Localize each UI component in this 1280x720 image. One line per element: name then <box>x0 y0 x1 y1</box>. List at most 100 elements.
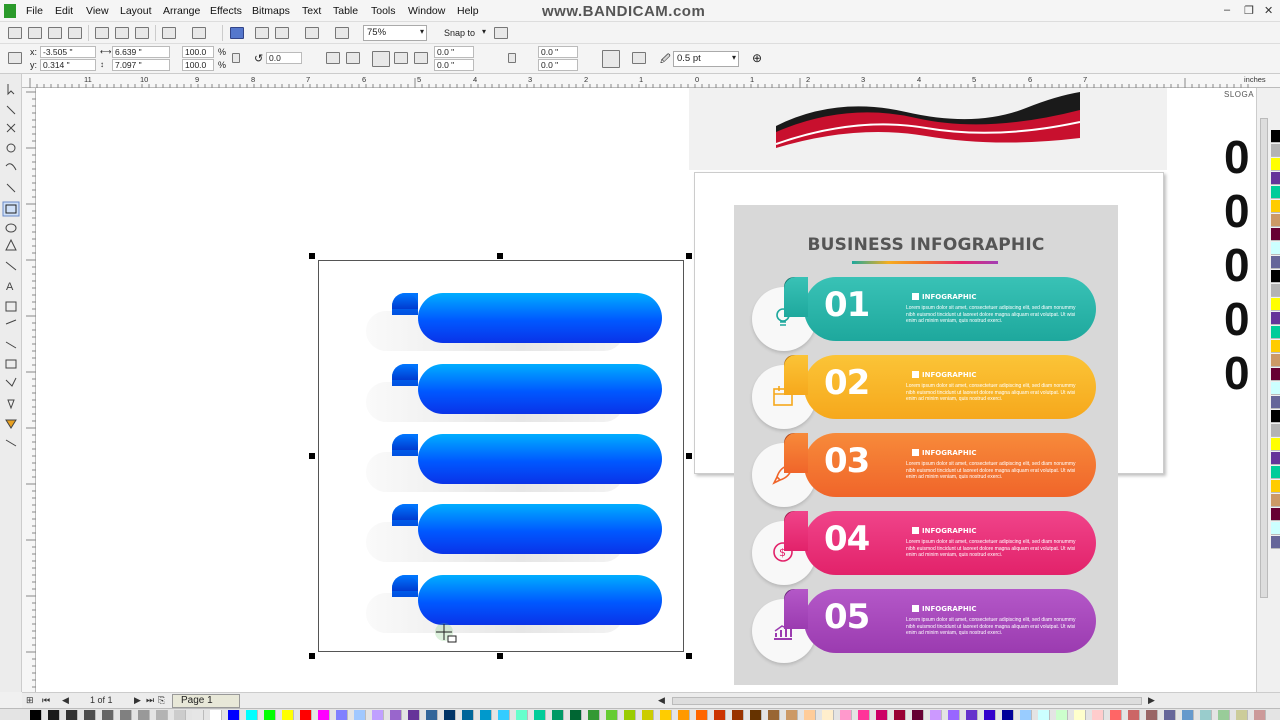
redo-icon[interactable] <box>192 27 206 39</box>
color-swatch[interactable] <box>1146 710 1158 720</box>
chamfered-corner-icon[interactable] <box>414 52 428 64</box>
color-swatch[interactable] <box>786 710 798 720</box>
color-swatch[interactable] <box>174 710 186 720</box>
resize-handle-se[interactable] <box>686 653 692 659</box>
lock-corners-icon[interactable] <box>508 53 516 63</box>
color-swatch[interactable] <box>1271 508 1280 521</box>
next-page-button[interactable]: ▶ <box>134 695 141 706</box>
menu-effects[interactable]: Effects <box>210 5 242 17</box>
import-icon[interactable] <box>230 27 244 39</box>
color-swatch[interactable] <box>192 710 204 720</box>
add-page-icon[interactable]: ⎘ <box>158 695 165 706</box>
menu-edit[interactable]: Edit <box>55 5 73 17</box>
options-icon[interactable] <box>494 27 508 39</box>
color-swatch[interactable] <box>732 710 744 720</box>
mirror-vertical-icon[interactable] <box>346 52 360 64</box>
y-position-field[interactable]: 0.314 " <box>40 59 96 71</box>
color-swatch[interactable] <box>1271 270 1280 283</box>
menu-help[interactable]: Help <box>457 5 479 17</box>
color-swatch[interactable] <box>534 710 546 720</box>
color-swatch[interactable] <box>1128 710 1140 720</box>
scale-height-field[interactable]: 100.0 <box>182 59 214 71</box>
infographic-item-1[interactable]: 01 INFOGRAPHIC Lorem ipsum dolor sit ame… <box>752 277 1098 353</box>
color-swatch[interactable] <box>300 710 312 720</box>
color-swatch[interactable] <box>1271 452 1280 465</box>
color-swatch[interactable] <box>1271 256 1280 269</box>
resize-handle-e[interactable] <box>686 453 692 459</box>
infographic-item-4[interactable]: $ 04 INFOGRAPHIC Lorem ipsum dolor sit a… <box>752 511 1098 587</box>
menu-file[interactable]: File <box>26 5 43 17</box>
color-swatch[interactable] <box>1092 710 1104 720</box>
color-swatch[interactable] <box>462 710 474 720</box>
welcome-screen-icon[interactable] <box>335 27 349 39</box>
color-swatch[interactable] <box>246 710 258 720</box>
menu-table[interactable]: Table <box>333 5 358 17</box>
color-swatch[interactable] <box>390 710 402 720</box>
relative-scaling-icon[interactable] <box>602 50 620 68</box>
outline-width-select[interactable]: 0.5 pt ▾ <box>673 51 739 67</box>
color-swatch[interactable] <box>930 710 942 720</box>
color-swatch[interactable] <box>1271 200 1280 213</box>
zoom-level-select[interactable]: 75% ▾ <box>363 25 427 41</box>
color-swatch[interactable] <box>1271 186 1280 199</box>
color-swatch[interactable] <box>1271 536 1280 549</box>
color-swatch[interactable] <box>642 710 654 720</box>
scroll-right-button[interactable]: ▶ <box>1148 695 1155 706</box>
color-swatch[interactable] <box>1074 710 1086 720</box>
color-swatch[interactable] <box>210 710 222 720</box>
corner-radius-4[interactable]: 0.0 " <box>538 59 578 71</box>
first-page-button[interactable]: ⏮ <box>42 695 50 706</box>
mirror-horizontal-icon[interactable] <box>326 52 340 64</box>
color-swatch[interactable] <box>1271 158 1280 171</box>
color-swatch[interactable] <box>30 710 42 720</box>
color-swatch[interactable] <box>552 710 564 720</box>
color-swatch[interactable] <box>1056 710 1068 720</box>
color-swatch[interactable] <box>1218 710 1230 720</box>
color-palette-vertical[interactable] <box>1271 130 1280 550</box>
color-swatch[interactable] <box>714 710 726 720</box>
color-swatch[interactable] <box>480 710 492 720</box>
scale-width-field[interactable]: 100.0 <box>182 46 214 58</box>
infographic-item-3[interactable]: 03 INFOGRAPHIC Lorem ipsum dolor sit ame… <box>752 433 1098 509</box>
scalloped-corner-icon[interactable] <box>394 52 408 64</box>
print-icon[interactable] <box>68 27 82 39</box>
minimize-button[interactable]: – <box>1224 4 1230 16</box>
color-swatch[interactable] <box>264 710 276 720</box>
color-swatch[interactable] <box>1271 494 1280 507</box>
business-infographic[interactable]: BUSINESS INFOGRAPHIC 01 INFOGRAPHIC Lore… <box>734 205 1118 685</box>
color-swatch[interactable] <box>624 710 636 720</box>
color-swatch[interactable] <box>1271 396 1280 409</box>
color-swatch[interactable] <box>1271 522 1280 535</box>
convert-to-curves-icon[interactable]: ⊕ <box>752 51 762 65</box>
color-swatch[interactable] <box>948 710 960 720</box>
color-swatch[interactable] <box>426 710 438 720</box>
color-swatch[interactable] <box>1271 410 1280 423</box>
menu-layout[interactable]: Layout <box>120 5 152 17</box>
resize-handle-n[interactable] <box>497 253 503 259</box>
resize-handle-nw[interactable] <box>309 253 315 259</box>
color-swatch[interactable] <box>1271 298 1280 311</box>
round-corner-icon[interactable] <box>372 51 390 67</box>
drawing-canvas[interactable]: × BUSINESS INFOGRAPHIC 01 INFOGRAPHI <box>36 88 1256 692</box>
menu-view[interactable]: View <box>86 5 109 17</box>
color-swatch[interactable] <box>768 710 780 720</box>
vertical-ruler[interactable] <box>22 88 36 692</box>
close-button[interactable]: ✕ <box>1264 4 1273 17</box>
color-swatch[interactable] <box>822 710 834 720</box>
color-swatch[interactable] <box>858 710 870 720</box>
paste-icon[interactable] <box>135 27 149 39</box>
horizontal-scrollbar[interactable] <box>672 697 1142 705</box>
corner-radius-1[interactable]: 0.0 " <box>434 46 474 58</box>
page-options-icon[interactable]: ⊞ <box>26 695 34 706</box>
color-swatch[interactable] <box>1271 172 1280 185</box>
color-swatch[interactable] <box>84 710 96 720</box>
color-swatch[interactable] <box>1271 130 1280 143</box>
color-swatch[interactable] <box>804 710 816 720</box>
color-swatch[interactable] <box>498 710 510 720</box>
scroll-left-button[interactable]: ◀ <box>658 695 665 706</box>
color-swatch[interactable] <box>138 710 150 720</box>
export-icon[interactable] <box>255 27 269 39</box>
infographic-item-2[interactable]: 02 INFOGRAPHIC Lorem ipsum dolor sit ame… <box>752 355 1098 431</box>
color-swatch[interactable] <box>120 710 132 720</box>
color-swatch[interactable] <box>408 710 420 720</box>
